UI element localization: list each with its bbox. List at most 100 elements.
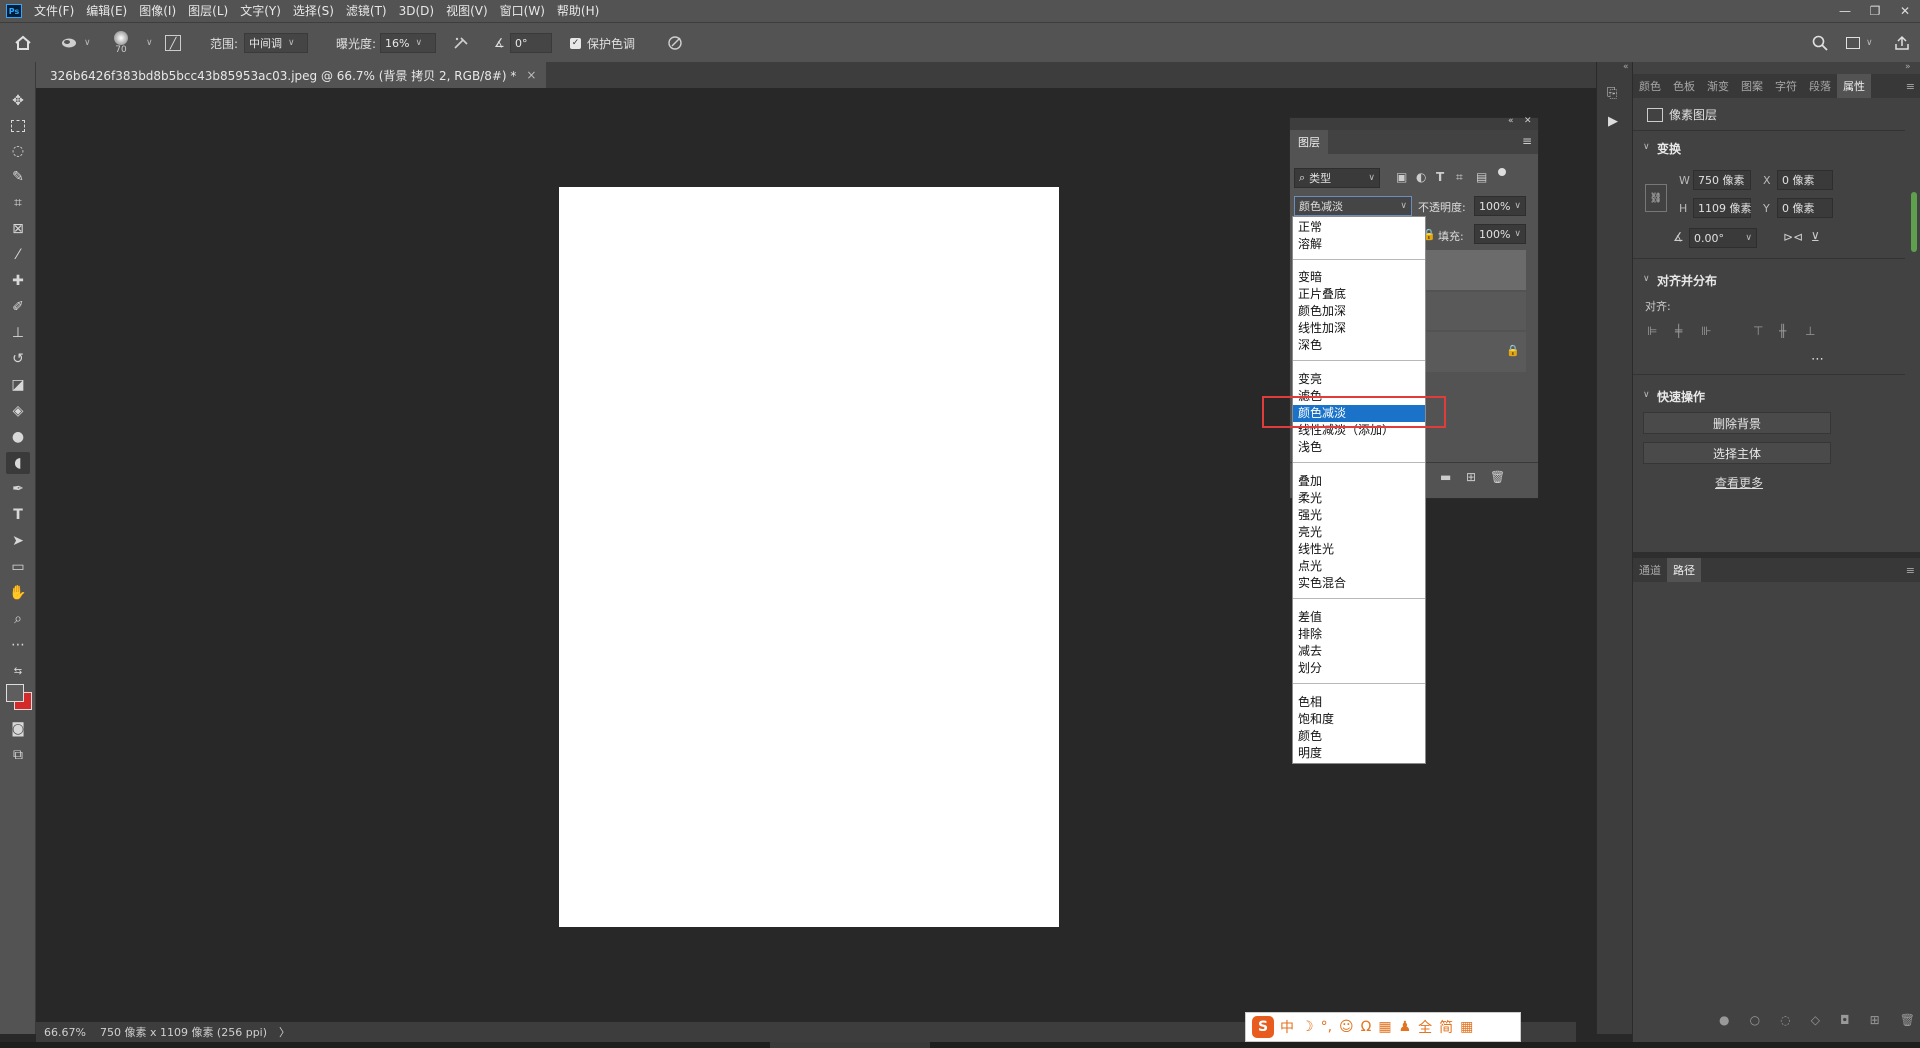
blend-linear-light[interactable]: 线性光 [1293, 541, 1425, 558]
tab-layers[interactable]: 图层 [1290, 130, 1328, 154]
section-collapse-icon[interactable]: ∨ [1643, 390, 1650, 400]
brush-settings-icon[interactable]: ╱ [165, 23, 181, 63]
home-icon[interactable] [14, 23, 32, 63]
align-center-h-icon[interactable]: ╪ [1675, 324, 1682, 338]
swap-colors-icon[interactable]: ⇆ [6, 660, 30, 682]
brush-tool-icon[interactable]: ✐ [6, 296, 30, 318]
blend-soft-light[interactable]: 柔光 [1293, 490, 1425, 507]
new-layer-icon[interactable]: ⊞ [1466, 470, 1476, 484]
blend-difference[interactable]: 差值 [1293, 609, 1425, 626]
y-field[interactable]: 0 像素 [1777, 198, 1833, 218]
tab-gradients[interactable]: 渐变 [1701, 74, 1735, 98]
blend-darken[interactable]: 变暗 [1293, 269, 1425, 286]
healing-brush-tool-icon[interactable]: ✚ [6, 270, 30, 292]
menu-help[interactable]: 帮助(H) [551, 0, 605, 22]
menu-image[interactable]: 图像(I) [133, 0, 182, 22]
tab-patterns[interactable]: 图案 [1735, 74, 1769, 98]
quick-mask-icon[interactable]: ◙ [6, 718, 30, 740]
remove-background-button[interactable]: 删除背景 [1643, 412, 1831, 434]
pressure-size-icon[interactable] [666, 23, 684, 63]
status-expand-icon[interactable]: 〉 [279, 1024, 290, 1040]
new-group-icon[interactable]: ▬ [1440, 470, 1451, 484]
expand-panels-icon[interactable]: » [1905, 62, 1911, 72]
blend-multiply[interactable]: 正片叠底 [1293, 286, 1425, 303]
path-selection-tool-icon[interactable]: ➤ [6, 530, 30, 552]
zoom-tool-icon[interactable]: ⌕ [6, 608, 30, 630]
airbrush-icon[interactable] [452, 23, 470, 63]
move-tool-icon[interactable]: ✥ [6, 90, 30, 112]
blend-hue[interactable]: 色相 [1293, 694, 1425, 711]
more-align-options-icon[interactable]: ⋯ [1811, 352, 1824, 367]
ime-chinese-mode-icon[interactable]: 中 [1280, 1017, 1294, 1037]
dodge-tool-icon[interactable]: ◖ [6, 452, 30, 474]
new-path-icon[interactable]: ⊞ [1870, 1013, 1880, 1027]
tool-preset-picker[interactable]: ∨ [60, 23, 91, 63]
ime-punctuation-icon[interactable]: °, [1321, 1019, 1332, 1035]
menu-layer[interactable]: 图层(L) [182, 0, 234, 22]
add-mask-icon[interactable]: ◘ [1840, 1013, 1850, 1027]
brush-preset-picker[interactable]: 70 [114, 23, 128, 63]
angle-field[interactable]: 0° [510, 33, 552, 53]
delete-layer-icon[interactable]: 🗑 [1490, 470, 1505, 484]
blend-linear-burn[interactable]: 线性加深 [1293, 320, 1425, 337]
filter-shape-icon[interactable]: ⌗ [1456, 170, 1463, 185]
crop-tool-icon[interactable]: ⌗ [6, 192, 30, 214]
tab-paragraph[interactable]: 段落 [1803, 74, 1837, 98]
tab-properties[interactable]: 属性 [1837, 74, 1871, 98]
exposure-field[interactable]: 16% ∨ [380, 33, 436, 53]
marquee-tool-icon[interactable] [6, 115, 30, 137]
collapse-icon[interactable]: « [1508, 116, 1514, 126]
align-bottom-icon[interactable]: ⊥ [1805, 324, 1815, 338]
menu-3d[interactable]: 3D(D) [393, 0, 440, 22]
layers-panel-titlebar[interactable]: « ✕ [1290, 116, 1538, 130]
hand-tool-icon[interactable]: ✋ [6, 582, 30, 604]
flip-horizontal-icon[interactable]: ⊳⊲ [1783, 230, 1803, 244]
tab-channels[interactable]: 通道 [1633, 558, 1667, 582]
clone-stamp-tool-icon[interactable]: ⊥ [6, 322, 30, 344]
rectangle-tool-icon[interactable]: ▭ [6, 556, 30, 578]
tab-character[interactable]: 字符 [1769, 74, 1803, 98]
rotation-field[interactable]: 0.00° ∨ [1689, 228, 1757, 248]
section-collapse-icon[interactable]: ∨ [1643, 274, 1650, 284]
close-icon[interactable]: ✕ [1890, 0, 1920, 22]
foreground-color-swatch[interactable] [6, 684, 24, 702]
blend-subtract[interactable]: 减去 [1293, 643, 1425, 660]
width-field[interactable]: 750 像素 [1693, 170, 1751, 190]
minimize-icon[interactable]: — [1830, 0, 1860, 22]
quick-select-tool-icon[interactable]: ✎ [6, 166, 30, 188]
blend-hard-mix[interactable]: 实色混合 [1293, 575, 1425, 592]
document-tab[interactable]: 326b6426f383bd8b5bcc43b85953ac03.jpeg @ … [36, 62, 547, 88]
x-field[interactable]: 0 像素 [1777, 170, 1833, 190]
ime-halfwidth-icon[interactable]: ☽ [1301, 1019, 1314, 1035]
link-dimensions-icon[interactable]: ⛓ [1645, 184, 1667, 212]
menu-select[interactable]: 选择(S) [287, 0, 340, 22]
paths-menu-icon[interactable]: ≡ [1900, 558, 1920, 582]
eyedropper-tool-icon[interactable]: ⁄ [6, 244, 30, 266]
filter-adjustment-icon[interactable]: ◐ [1416, 170, 1426, 184]
filter-toggle-icon[interactable] [1498, 168, 1506, 176]
make-path-icon[interactable]: ◇ [1811, 1013, 1820, 1027]
menu-window[interactable]: 窗口(W) [494, 0, 551, 22]
blend-color[interactable]: 颜色 [1293, 728, 1425, 745]
align-middle-v-icon[interactable]: ╫ [1779, 324, 1786, 338]
fill-field[interactable]: 100% ∨ [1474, 224, 1526, 244]
pen-tool-icon[interactable]: ✒ [6, 478, 30, 500]
blend-normal[interactable]: 正常 [1293, 219, 1425, 236]
blend-darker-color[interactable]: 深色 [1293, 337, 1425, 354]
ime-skin-icon[interactable]: ♟ [1399, 1019, 1412, 1035]
actions-play-icon[interactable]: ▶ [1608, 114, 1618, 129]
blend-saturation[interactable]: 饱和度 [1293, 711, 1425, 728]
screen-mode-icon[interactable]: ⧉ [6, 744, 30, 766]
flip-vertical-icon[interactable]: ⊻ [1811, 230, 1820, 244]
blend-overlay[interactable]: 叠加 [1293, 473, 1425, 490]
stroke-path-icon[interactable]: ○ [1750, 1013, 1760, 1027]
protect-tones-checkbox[interactable]: ✓ 保护色调 [570, 23, 635, 63]
blend-lighten[interactable]: 变亮 [1293, 371, 1425, 388]
scroll-thumb[interactable] [770, 1042, 930, 1048]
layer-filter-select[interactable]: ⌕ 类型 ∨ [1294, 168, 1380, 188]
lasso-tool-icon[interactable]: ◌ [6, 140, 30, 162]
share-icon[interactable] [1894, 23, 1910, 63]
restore-icon[interactable]: ❐ [1860, 0, 1890, 22]
opacity-field[interactable]: 100% ∨ [1474, 196, 1526, 216]
search-icon[interactable] [1812, 23, 1828, 63]
